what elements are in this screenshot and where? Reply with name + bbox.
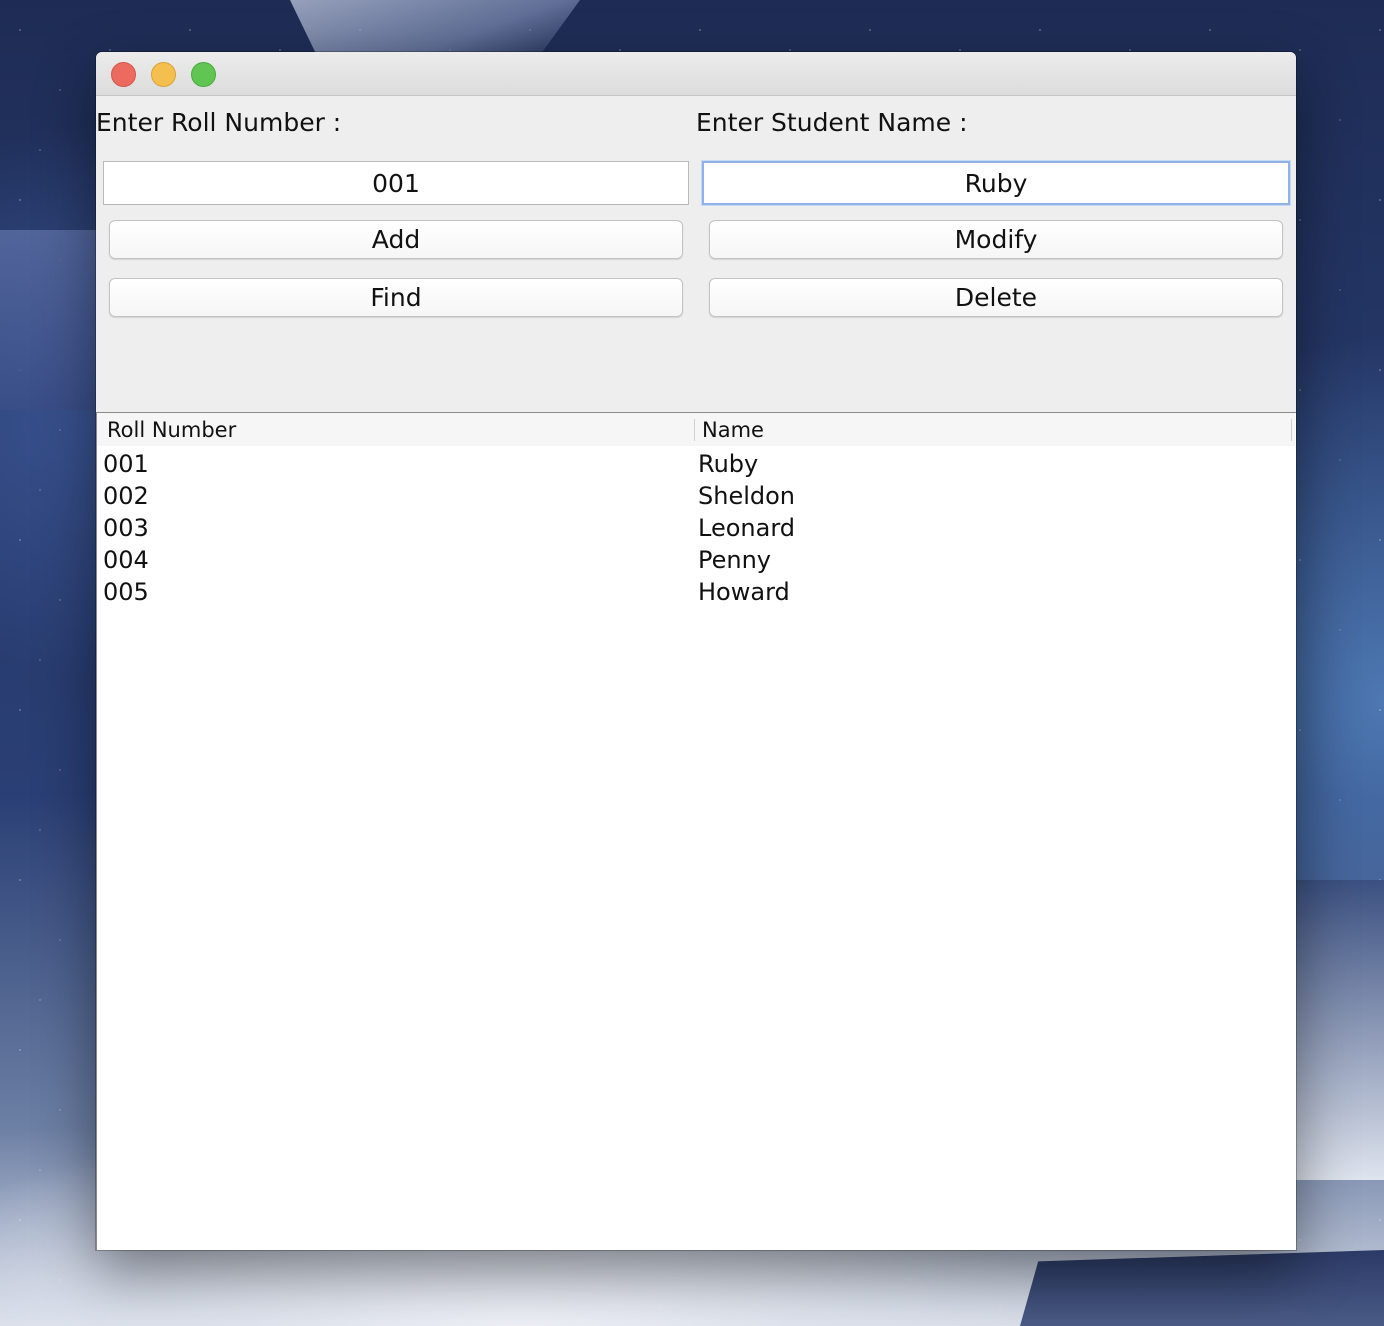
name-cell: Leonard bbox=[698, 514, 795, 542]
table-row[interactable]: 004 Penny bbox=[97, 544, 1295, 576]
wallpaper-shape bbox=[1020, 1250, 1384, 1326]
roll-number-cell: 002 bbox=[103, 482, 149, 510]
find-button[interactable]: Find bbox=[109, 278, 683, 317]
table-header: Roll Number Name bbox=[97, 413, 1295, 446]
name-cell: Sheldon bbox=[698, 482, 796, 510]
delete-button[interactable]: Delete bbox=[709, 278, 1283, 317]
minimize-window-button[interactable] bbox=[151, 62, 176, 87]
wallpaper-shape bbox=[1296, 880, 1384, 1180]
student-records-window: Enter Roll Number : Enter Student Name :… bbox=[96, 52, 1296, 1250]
column-divider[interactable] bbox=[1291, 419, 1292, 441]
roll-number-cell: 004 bbox=[103, 546, 149, 574]
table-row[interactable]: 003 Leonard bbox=[97, 512, 1295, 544]
maximize-window-button[interactable] bbox=[191, 62, 216, 87]
window-titlebar[interactable] bbox=[96, 52, 1296, 96]
name-cell: Howard bbox=[698, 578, 790, 606]
students-table[interactable]: Roll Number Name 001 Ruby 002 Sheldon 00… bbox=[96, 412, 1296, 1250]
table-row[interactable]: 002 Sheldon bbox=[97, 480, 1295, 512]
name-cell: Penny bbox=[698, 546, 772, 574]
wallpaper-shape bbox=[290, 0, 580, 60]
column-header-name[interactable]: Name bbox=[702, 413, 764, 446]
table-body: 001 Ruby 002 Sheldon 003 Leonard 004 Pen… bbox=[97, 448, 1295, 608]
roll-number-input[interactable] bbox=[103, 161, 689, 205]
wallpaper-shape bbox=[0, 230, 96, 410]
student-name-input[interactable] bbox=[702, 161, 1290, 205]
roll-number-cell: 003 bbox=[103, 514, 149, 542]
roll-number-cell: 005 bbox=[103, 578, 149, 606]
table-row[interactable]: 001 Ruby bbox=[97, 448, 1295, 480]
student-name-label: Enter Student Name : bbox=[696, 108, 968, 137]
close-window-button[interactable] bbox=[111, 62, 136, 87]
column-header-roll-number[interactable]: Roll Number bbox=[107, 413, 236, 446]
add-button[interactable]: Add bbox=[109, 220, 683, 259]
roll-number-cell: 001 bbox=[103, 450, 149, 478]
name-cell: Ruby bbox=[698, 450, 759, 478]
column-divider[interactable] bbox=[694, 419, 695, 441]
modify-button[interactable]: Modify bbox=[709, 220, 1283, 259]
table-row[interactable]: 005 Howard bbox=[97, 576, 1295, 608]
roll-number-label: Enter Roll Number : bbox=[96, 108, 342, 137]
